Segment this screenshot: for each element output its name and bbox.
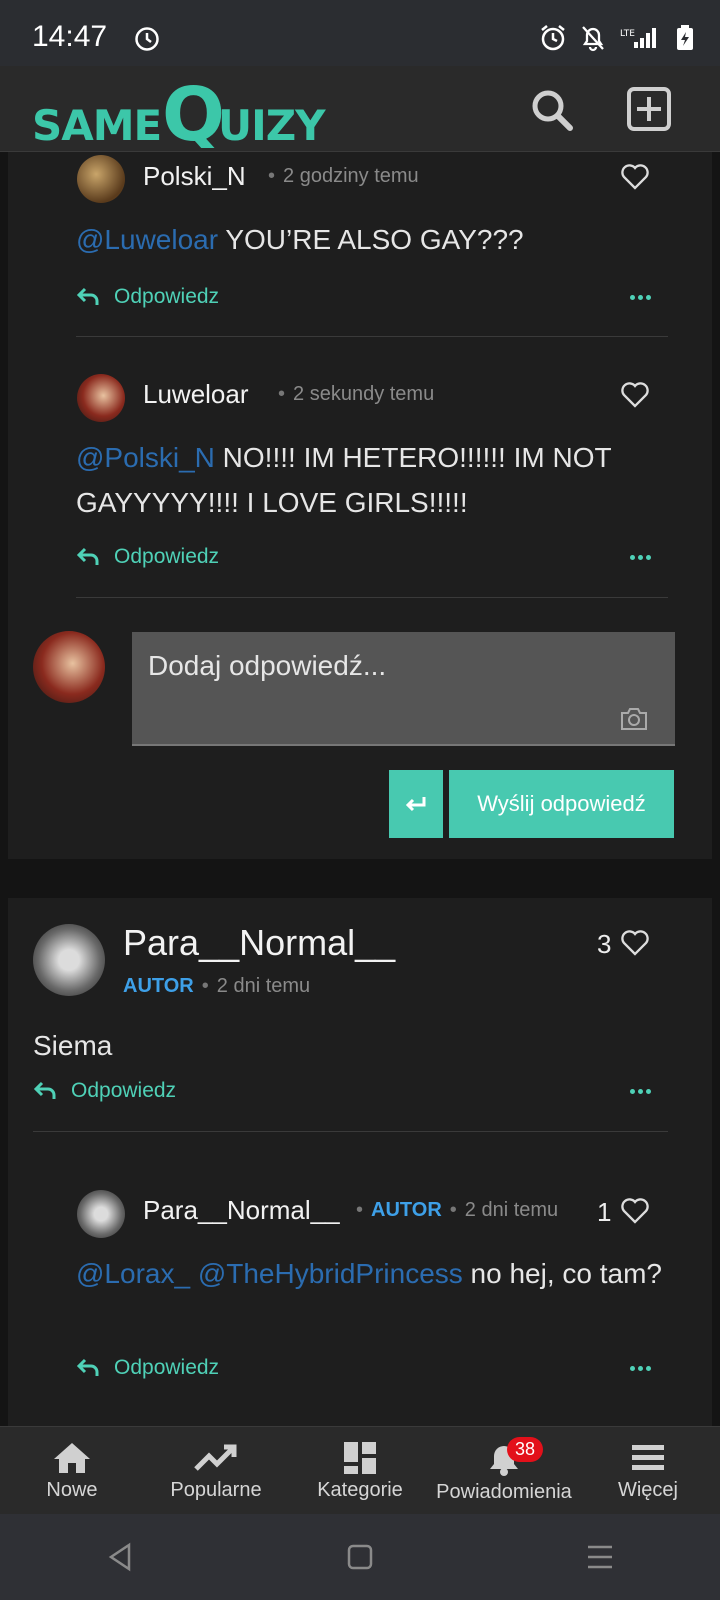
alarm-icon xyxy=(541,25,565,51)
reply-meta: • 2 sekundy temu xyxy=(278,383,435,405)
menu-icon xyxy=(632,1445,664,1470)
nav-label: Nowe xyxy=(46,1479,98,1501)
reply-text: @Polski_N NO!!!! IM HETERO!!!!!! IM NOT … xyxy=(76,442,612,518)
nav-item-popularne[interactable]: Popularne xyxy=(144,1427,288,1514)
reply-input-placeholder: Dodaj odpowiedź... xyxy=(148,650,387,681)
avatar[interactable] xyxy=(33,924,105,996)
reply-button-label: Odpowiedz xyxy=(71,1079,177,1102)
comment-text: Siema xyxy=(33,1030,113,1061)
lte-signal-icon: LTE xyxy=(620,28,656,48)
enter-arrow-icon xyxy=(405,797,426,812)
camera-icon[interactable] xyxy=(619,706,649,732)
svg-text:UIZY: UIZY xyxy=(218,101,326,148)
battery-charging-icon xyxy=(677,25,693,50)
svg-text:LTE: LTE xyxy=(620,29,635,39)
comment-thread: Polski_N • 2 godziny temu @Luweloar YOU’R… xyxy=(8,152,712,859)
reply-button[interactable]: Odpowiedz xyxy=(76,545,219,569)
reply-timestamp: 2 dni temu xyxy=(464,1199,559,1221)
comment-card: Para__Normal__ AUTOR • 2 dni temu 3 Siema … xyxy=(8,898,712,1428)
like-count: 3 xyxy=(597,929,612,959)
nav-label: Powiadomienia xyxy=(436,1481,572,1503)
add-quiz-icon[interactable] xyxy=(626,86,672,132)
current-user-avatar xyxy=(33,631,105,703)
nav-label: Popularne xyxy=(170,1479,262,1501)
divider xyxy=(76,336,668,337)
system-navigation-bar xyxy=(0,1514,720,1600)
more-options-button[interactable] xyxy=(630,295,652,303)
like-heart-icon[interactable] xyxy=(620,1197,650,1225)
like-heart-icon[interactable] xyxy=(620,929,650,957)
divider xyxy=(76,597,668,598)
reply-arrow-icon xyxy=(76,547,99,565)
more-options-button[interactable] xyxy=(630,1366,652,1374)
reply-arrow-icon xyxy=(76,287,99,305)
comment-username[interactable]: Para__Normal__ xyxy=(123,922,395,964)
nav-item-powiadomienia[interactable]: 38 Powiadomienia xyxy=(432,1427,576,1514)
status-icons: LTE xyxy=(540,24,694,52)
trending-icon xyxy=(194,1444,237,1471)
status-bar: 14:47 LTE xyxy=(0,0,720,66)
like-heart-icon[interactable] xyxy=(620,381,650,409)
reply-timestamp: 2 sekundy temu xyxy=(293,383,435,405)
nav-label: Więcej xyxy=(617,1479,678,1501)
clock-icon xyxy=(135,27,159,51)
reply-button[interactable]: Odpowiedz xyxy=(76,285,219,309)
more-options-button[interactable] xyxy=(630,555,652,563)
svg-text:Q: Q xyxy=(162,72,225,148)
reply-button[interactable]: Odpowiedz xyxy=(33,1079,176,1103)
reply-username[interactable]: Para__Normal__ xyxy=(143,1195,340,1226)
reply-meta: • 2 godziny temu xyxy=(268,165,419,187)
recents-icon[interactable] xyxy=(585,1543,615,1571)
reply-text: @Lorax_ @TheHybridPrincess no hej, co ta… xyxy=(76,1258,662,1289)
reply-timestamp: 2 godziny temu xyxy=(283,165,419,187)
reply-button-label: Odpowiedz xyxy=(114,1356,220,1379)
reply-username[interactable]: Polski_N xyxy=(143,161,246,192)
author-badge: AUTOR xyxy=(123,975,194,997)
screen: 14:47 LTE SAME Q UIZY Polski_N • 2 godzi… xyxy=(0,0,720,1600)
reply-button-label: Odpowiedz xyxy=(114,545,220,568)
search-icon[interactable] xyxy=(530,88,574,132)
like-heart-icon[interactable] xyxy=(620,163,650,191)
svg-text:SAME: SAME xyxy=(32,101,161,148)
avatar[interactable] xyxy=(77,155,125,203)
avatar[interactable] xyxy=(77,374,125,422)
notification-badge: 38 xyxy=(507,1437,544,1462)
app-header: SAME Q UIZY xyxy=(0,66,720,152)
home-icon xyxy=(54,1443,90,1473)
reply-input[interactable]: Dodaj odpowiedź... xyxy=(132,632,675,746)
comment-meta: AUTOR • 2 dni temu xyxy=(123,975,311,997)
more-options-button[interactable] xyxy=(630,1089,652,1097)
home-button-icon[interactable] xyxy=(346,1543,374,1571)
reply-button[interactable]: Odpowiedz xyxy=(76,1356,219,1380)
nav-item-kategorie[interactable]: Kategorie xyxy=(288,1427,432,1514)
avatar[interactable] xyxy=(77,1190,125,1238)
grid-icon xyxy=(344,1442,376,1474)
send-reply-button[interactable]: Wyślij odpowiedź xyxy=(449,770,674,838)
status-time: 14:47 xyxy=(32,20,108,53)
mention-link[interactable]: @Luweloar xyxy=(76,224,218,255)
reply-arrow-icon xyxy=(76,1358,99,1376)
nav-item-wiecej[interactable]: Więcej xyxy=(576,1427,720,1514)
like-count: 1 xyxy=(597,1197,612,1227)
author-badge: AUTOR xyxy=(371,1199,442,1221)
reply-text: @Luweloar YOU’RE ALSO GAY??? xyxy=(76,224,524,255)
enter-key-button[interactable] xyxy=(389,770,443,838)
divider xyxy=(33,1131,668,1132)
notifications-off-icon xyxy=(582,26,604,52)
mention-link[interactable]: @Polski_N xyxy=(76,442,215,473)
comment-timestamp: 2 dni temu xyxy=(216,975,311,997)
reply-meta: • AUTOR • 2 dni temu xyxy=(356,1199,559,1221)
mention-link[interactable]: @Lorax_ @TheHybridPrincess xyxy=(76,1258,463,1289)
reply-button-label: Odpowiedz xyxy=(114,285,220,308)
nav-label: Kategorie xyxy=(317,1479,403,1501)
reply-username[interactable]: Luweloar xyxy=(143,379,249,410)
samequizy-logo[interactable]: SAME Q UIZY xyxy=(32,72,352,148)
reply-arrow-icon xyxy=(33,1081,56,1099)
back-icon[interactable] xyxy=(105,1542,135,1572)
bottom-nav: Nowe Popularne Kategorie 38 Powiadomieni… xyxy=(0,1426,720,1514)
nav-item-nowe[interactable]: Nowe xyxy=(0,1427,144,1514)
